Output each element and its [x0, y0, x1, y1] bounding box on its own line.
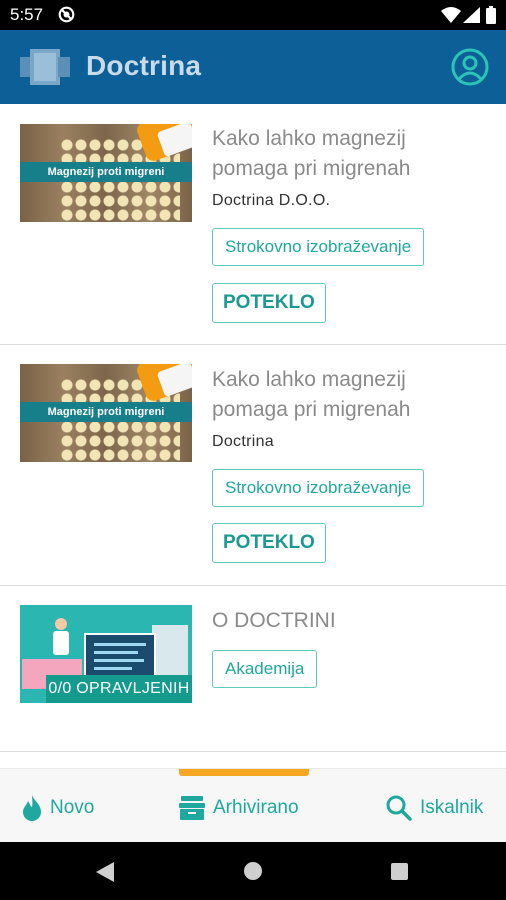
course-card[interactable]: 0/0 OPRAVLJENIH O DOCTRINI Akademija — [0, 586, 506, 752]
nav-label: Novo — [50, 797, 95, 818]
doctor-illustration — [50, 617, 72, 657]
home-icon[interactable] — [244, 862, 262, 880]
course-author: Doctrina D.O.O. — [212, 192, 331, 209]
course-feed[interactable]: Magnezij proti migreni Kako lahko magnez… — [0, 104, 506, 768]
nav-item-arhivirano[interactable]: Arhivirano — [179, 793, 299, 823]
app-title: Doctrina — [86, 50, 202, 81]
active-tab-indicator — [179, 769, 309, 776]
category-tag-button[interactable]: Akademija — [212, 650, 318, 688]
category-tag-button[interactable]: Strokovno izobraževanje — [212, 228, 425, 266]
course-card[interactable]: Magnezij proti migreni Kako lahko magnez… — [0, 345, 506, 586]
doctrina-logo — [20, 49, 70, 85]
status-badge[interactable]: POTEKLO — [212, 523, 326, 563]
nav-item-novo[interactable]: Novo — [22, 793, 94, 823]
course-thumbnail[interactable]: 0/0 OPRAVLJENIH — [20, 605, 192, 703]
course-card[interactable]: Magnezij proti migreni Kako lahko magnez… — [0, 104, 506, 345]
status-badge[interactable]: POTEKLO — [212, 283, 326, 323]
status-bar: 5:57 — [0, 0, 506, 30]
battery-icon — [486, 6, 496, 24]
course-title[interactable]: O DOCTRINI — [212, 606, 482, 636]
thumbnail-caption: Magnezij proti migreni — [20, 162, 192, 182]
archive-icon — [179, 796, 205, 820]
flame-icon — [23, 795, 41, 821]
app-bar: Doctrina — [0, 30, 506, 104]
do-not-disturb-icon — [58, 6, 75, 23]
signal-icon — [463, 7, 480, 23]
status-time: 5:57 — [10, 5, 44, 24]
thumbnail-caption: Magnezij proti migreni — [20, 402, 192, 422]
system-navigation-bar — [0, 842, 506, 900]
bottom-navigation: Novo Arhivirano Iskalnik — [0, 768, 506, 842]
search-icon — [386, 795, 412, 821]
progress-overlay: 0/0 OPRAVLJENIH — [46, 675, 192, 703]
course-title[interactable]: Kako lahko magnezij pomaga pri migrenah — [212, 124, 482, 184]
course-title[interactable]: Kako lahko magnezij pomaga pri migrenah — [212, 365, 482, 425]
wifi-icon — [441, 7, 461, 23]
back-icon[interactable] — [96, 862, 114, 882]
nav-label: Iskalnik — [420, 797, 484, 818]
category-tag-button[interactable]: Strokovno izobraževanje — [212, 469, 425, 507]
course-thumbnail[interactable]: Magnezij proti migreni — [20, 364, 192, 462]
course-author: Doctrina — [212, 433, 274, 450]
course-thumbnail[interactable]: Magnezij proti migreni — [20, 124, 192, 222]
nav-item-iskalnik[interactable]: Iskalnik — [386, 793, 483, 823]
recent-apps-icon[interactable] — [391, 863, 408, 880]
nav-label: Arhivirano — [213, 797, 299, 818]
profile-icon[interactable] — [451, 48, 489, 86]
